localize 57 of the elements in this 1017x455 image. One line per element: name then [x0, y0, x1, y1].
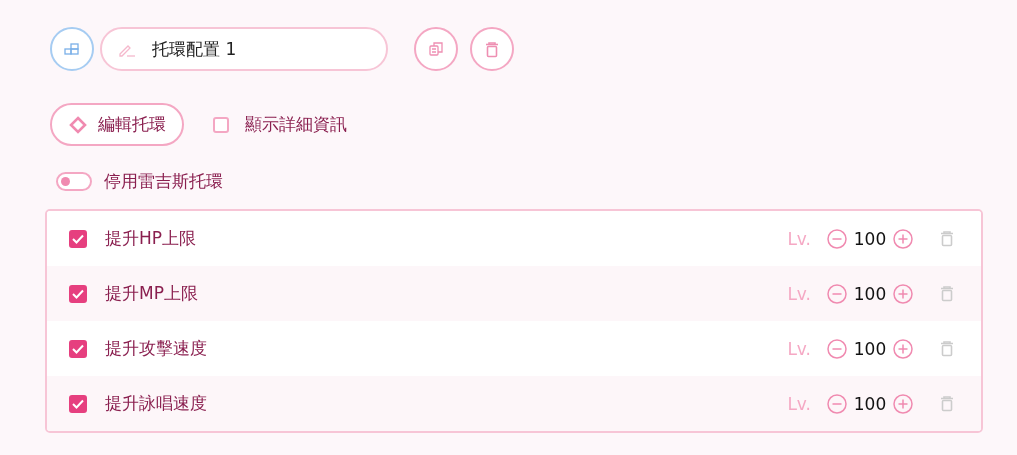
plus-circle-icon: [893, 338, 913, 359]
checkbox[interactable]: [69, 284, 87, 303]
minus-circle-icon: [827, 338, 847, 359]
decrease-button[interactable]: [827, 228, 847, 249]
trash-icon: [939, 395, 955, 412]
decrease-button[interactable]: [827, 338, 847, 359]
toggle-label: 停用雷吉斯托環: [104, 170, 223, 193]
level-label: Lv.: [787, 338, 811, 359]
level-label: Lv.: [787, 283, 811, 304]
delete-button[interactable]: [939, 340, 955, 357]
delete-button[interactable]: [470, 27, 514, 71]
copy-button[interactable]: [414, 27, 458, 71]
checkbox[interactable]: [69, 394, 87, 413]
increase-button[interactable]: [893, 393, 913, 414]
plus-circle-icon: [893, 393, 913, 414]
level-value[interactable]: 100: [851, 338, 889, 359]
ring-name: 提升攻擊速度: [105, 337, 208, 360]
decrease-button[interactable]: [827, 283, 847, 304]
level-label: Lv.: [787, 228, 811, 249]
check-icon: [72, 288, 84, 299]
increase-button[interactable]: [893, 228, 913, 249]
trash-icon: [939, 230, 955, 247]
delete-button[interactable]: [939, 230, 955, 247]
level-value[interactable]: 100: [851, 283, 889, 304]
check-icon: [72, 343, 84, 354]
trash-icon: [939, 340, 955, 357]
plus-circle-icon: [893, 283, 913, 304]
trash-icon: [484, 40, 500, 58]
check-icon: [72, 233, 84, 244]
checkbox[interactable]: [213, 116, 229, 133]
blocks-icon: [64, 43, 80, 55]
diamond-icon: [68, 114, 88, 135]
checkbox[interactable]: [69, 339, 87, 358]
plus-circle-icon: [893, 228, 913, 249]
level-value[interactable]: 100: [851, 228, 889, 249]
layout-button[interactable]: [50, 27, 94, 71]
ring-name: 提升MP上限: [105, 282, 199, 305]
delete-button[interactable]: [939, 395, 955, 412]
ring-name: 提升詠唱速度: [105, 392, 208, 415]
minus-circle-icon: [827, 228, 847, 249]
level-value[interactable]: 100: [851, 393, 889, 414]
trash-icon: [939, 285, 955, 302]
checkbox[interactable]: [69, 229, 87, 248]
check-icon: [72, 398, 84, 409]
increase-button[interactable]: [893, 338, 913, 359]
minus-circle-icon: [827, 393, 847, 414]
profile-name-field[interactable]: 托環配置 1: [100, 27, 388, 71]
copy-icon: [428, 41, 444, 57]
edit-rings-button[interactable]: 編輯托環: [50, 103, 184, 146]
minus-circle-icon: [827, 283, 847, 304]
decrease-button[interactable]: [827, 393, 847, 414]
delete-button[interactable]: [939, 285, 955, 302]
level-label: Lv.: [787, 393, 811, 414]
toggle-switch[interactable]: [56, 172, 92, 191]
checkbox-label: 顯示詳細資訊: [245, 113, 347, 136]
ring-name: 提升HP上限: [105, 227, 198, 250]
increase-button[interactable]: [893, 283, 913, 304]
